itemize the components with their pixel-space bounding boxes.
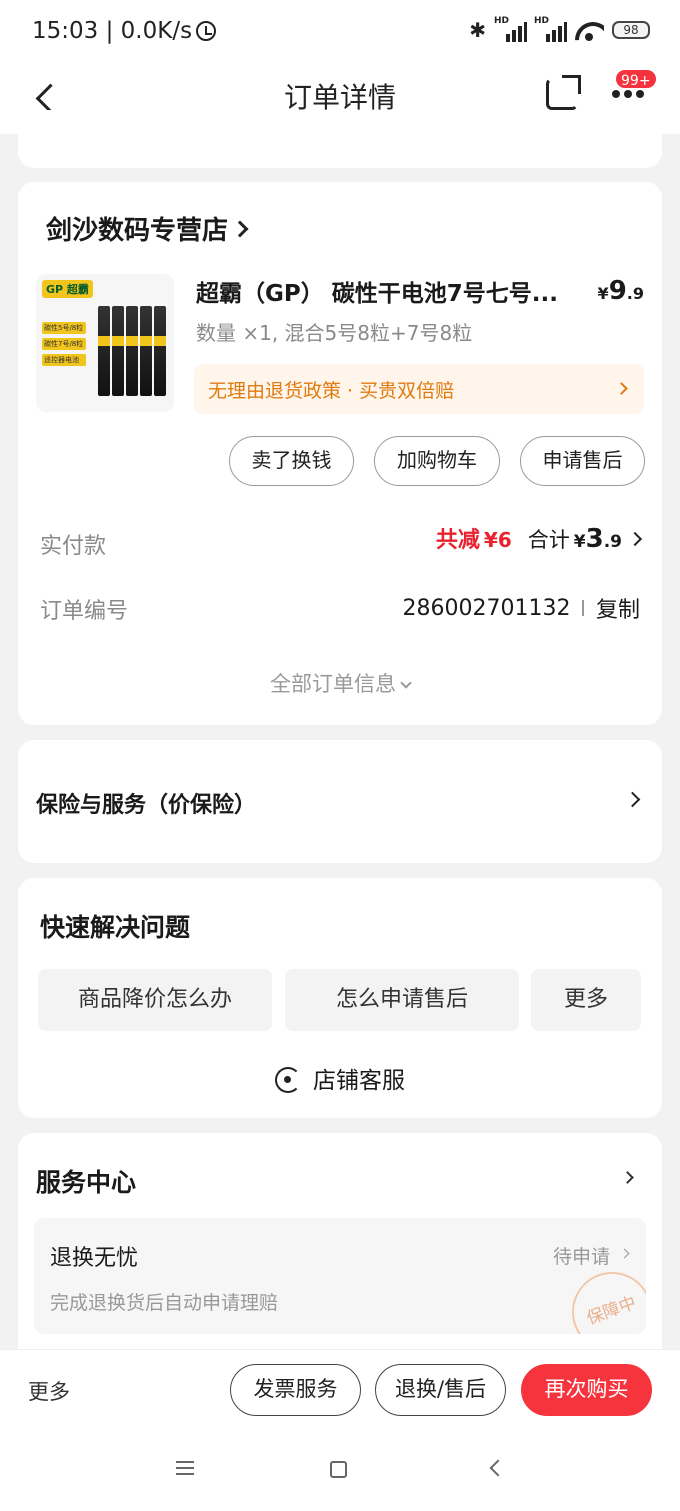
total-label: 合计 xyxy=(527,528,570,552)
battery-graphic xyxy=(112,306,124,396)
customer-service-label: 店铺客服 xyxy=(313,1068,405,1094)
previous-card xyxy=(18,110,662,168)
wifi-icon xyxy=(574,18,604,42)
image-tag: 碳性5号/8粒 xyxy=(42,322,86,334)
policy-text: 无理由退货政策 · 买贵双倍赔 xyxy=(208,380,455,402)
service-center-card: 服务中心 退换无忧 待申请 完成退换货后自动申请理赔 保障中 xyxy=(18,1133,662,1363)
insurance-label: 保险与服务（价保险） xyxy=(36,793,257,818)
rebuy-button[interactable]: 再次购买 xyxy=(521,1364,652,1416)
total-currency: ¥ xyxy=(573,532,586,552)
service-item-title: 退换无忧 xyxy=(50,1246,139,1271)
service-center-title: 服务中心 xyxy=(36,1168,137,1197)
price-integer: 9 xyxy=(608,276,627,306)
order-number: 286002701132 xyxy=(402,595,571,621)
bottom-action-bar: 更多 发票服务 退换/售后 再次购买 xyxy=(0,1349,680,1429)
insurance-service-row[interactable]: 保险与服务（价保险） xyxy=(18,740,662,863)
chevron-right-icon[interactable] xyxy=(621,1171,634,1184)
total-integer: 3 xyxy=(585,524,604,554)
product-title[interactable]: 超霸（GP） 碳性干电池7号七号... xyxy=(196,274,566,308)
return-after-sale-button[interactable]: 退换/售后 xyxy=(375,1364,506,1416)
chevron-right-icon xyxy=(231,220,249,237)
discount-amount: ¥6 xyxy=(483,528,512,552)
battery-graphic xyxy=(140,306,152,396)
price-drop-help-button[interactable]: 商品降价怎么办 xyxy=(38,969,272,1031)
after-sale-help-button[interactable]: 怎么申请售后 xyxy=(285,969,519,1031)
payment-summary[interactable]: 共减 ¥6 合计 ¥3.9 xyxy=(436,522,643,554)
store-order-card: 剑沙数码专营店 GP 超霸 碳性5号/8粒 碳性7号/8粒 遥控器电池 超霸（G… xyxy=(18,182,662,725)
battery-indicator: 98 xyxy=(612,21,650,39)
chevron-right-icon xyxy=(619,1248,630,1259)
all-order-info-toggle[interactable]: 全部订单信息 xyxy=(18,668,662,698)
product-spec: 数量 ×1, 混合5号8粒+7号8粒 xyxy=(196,321,473,345)
chevron-right-icon xyxy=(624,791,641,808)
bluetooth-icon: ✱ xyxy=(469,18,486,42)
store-customer-service-button[interactable]: 店铺客服 xyxy=(18,1061,662,1095)
message-badge: 99+ xyxy=(614,68,658,90)
price-currency: ¥ xyxy=(597,284,609,303)
more-actions-button[interactable]: 更多 xyxy=(28,1376,70,1406)
add-to-cart-button[interactable]: 加购物车 xyxy=(374,436,500,486)
sell-button[interactable]: 卖了换钱 xyxy=(229,436,354,486)
alarm-icon xyxy=(196,21,216,41)
status-bar: 15:03 | 0.0K/s ✱ HD HD 98 xyxy=(0,0,680,62)
status-icons: ✱ HD HD 98 xyxy=(469,16,650,42)
home-icon[interactable] xyxy=(330,1461,347,1478)
protected-stamp: 保障中 xyxy=(560,1260,646,1334)
total-decimal: .9 xyxy=(603,532,622,552)
return-policy-banner[interactable]: 无理由退货政策 · 买贵双倍赔 xyxy=(194,364,644,414)
system-nav-bar xyxy=(0,1429,680,1511)
status-time: 15:03 | 0.0K/s xyxy=(32,18,193,44)
back-icon[interactable] xyxy=(489,1459,507,1477)
price-decimal: .9 xyxy=(626,284,644,303)
image-tag: 碳性7号/8粒 xyxy=(42,338,86,350)
headset-icon xyxy=(275,1066,301,1093)
apply-after-sale-button[interactable]: 申请售后 xyxy=(520,436,645,486)
order-number-row: 286002701132 复制 xyxy=(403,592,640,624)
paid-label: 实付款 xyxy=(40,534,107,559)
chevron-right-icon xyxy=(615,382,628,395)
store-name: 剑沙数码专营店 xyxy=(46,216,229,246)
service-item-status: 待申请 xyxy=(552,1246,610,1268)
discount-label: 共减 xyxy=(435,528,480,553)
image-tag: 遥控器电池 xyxy=(42,354,86,366)
battery-graphic xyxy=(126,306,138,396)
battery-graphic xyxy=(154,306,166,396)
order-number-label: 订单编号 xyxy=(40,599,129,624)
discount: 共减 ¥6 xyxy=(436,522,512,554)
product-image[interactable]: GP 超霸 碳性5号/8粒 碳性7号/8粒 遥控器电池 xyxy=(36,274,174,412)
worry-free-return-item[interactable]: 退换无忧 待申请 完成退换货后自动申请理赔 保障中 xyxy=(34,1218,646,1334)
share-icon[interactable] xyxy=(546,75,581,110)
signal-icon: HD xyxy=(494,16,527,42)
all-info-label: 全部订单信息 xyxy=(270,672,396,696)
quick-help-title: 快速解决问题 xyxy=(40,913,191,942)
battery-graphic xyxy=(98,306,110,396)
more-help-button[interactable]: 更多 xyxy=(531,969,641,1031)
store-name-link[interactable]: 剑沙数码专营店 xyxy=(46,210,249,247)
chevron-right-icon xyxy=(627,531,643,547)
quick-help-card: 快速解决问题 商品降价怎么办 怎么申请售后 更多 店铺客服 xyxy=(18,878,662,1118)
invoice-button[interactable]: 发票服务 xyxy=(230,1364,361,1416)
divider xyxy=(582,600,584,616)
gp-logo: GP 超霸 xyxy=(42,280,93,298)
menu-icon[interactable] xyxy=(176,1461,194,1475)
chevron-down-icon xyxy=(400,677,412,689)
total-amount: ¥3.9 xyxy=(574,524,622,554)
copy-button[interactable]: 复制 xyxy=(596,592,640,624)
product-price: ¥9.9 xyxy=(598,276,644,306)
service-item-desc: 完成退换货后自动申请理赔 xyxy=(50,1292,279,1314)
signal-icon-2: HD xyxy=(534,16,567,42)
